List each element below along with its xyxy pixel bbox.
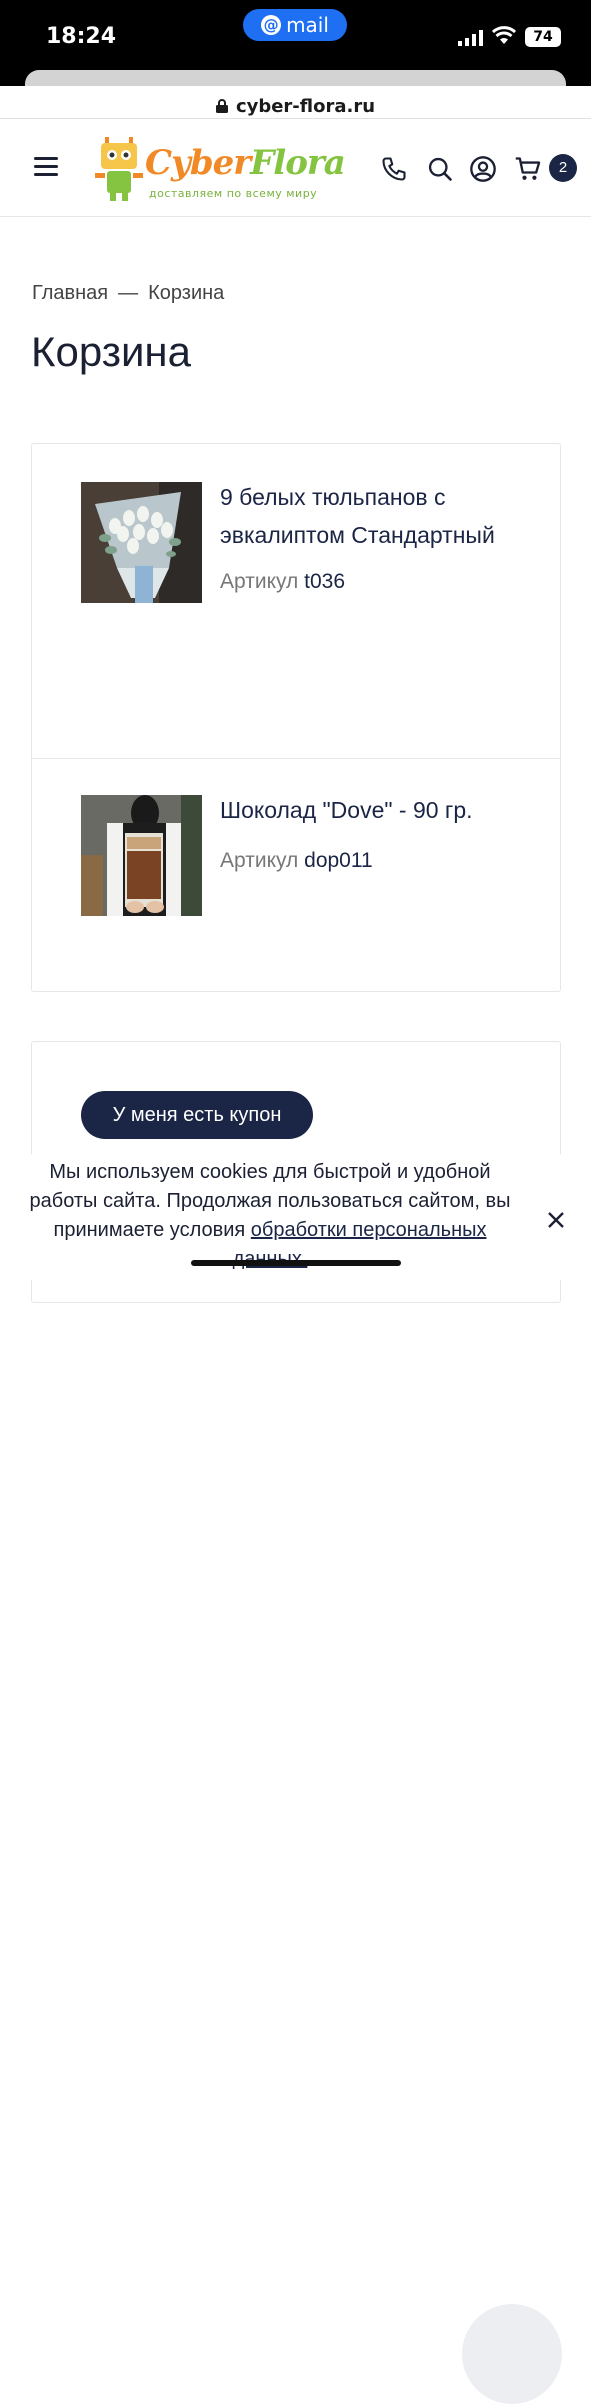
search-icon[interactable] (426, 155, 454, 183)
at-icon: @ (261, 15, 282, 35)
home-indicator (191, 1260, 401, 1266)
cart-item-sku: Артикул t036 (220, 570, 345, 594)
cyberflora-logo[interactable]: CyberFlora доставляем по всему миру (95, 133, 346, 203)
cart-item-name[interactable]: 9 белых тюльпанов с эвкалиптом Стандартн… (220, 478, 510, 554)
robot-mascot-icon (95, 137, 143, 201)
logo-wordmark: CyberFlora (145, 143, 346, 183)
tulips-product-image[interactable] (81, 482, 202, 603)
cookie-text: Мы используем cookies для быстрой и удоб… (20, 1158, 520, 1274)
cart-item: Шоколад "Dove" - 90 гр. Артикул dop011 (32, 759, 560, 991)
menu-icon[interactable] (34, 157, 58, 177)
breadcrumb-separator: — (118, 282, 139, 304)
account-icon[interactable] (469, 155, 497, 183)
cart-icon[interactable] (514, 155, 542, 183)
mail-label: mail (286, 13, 329, 37)
have-coupon-button[interactable]: У меня есть купон (81, 1091, 313, 1139)
phone-icon[interactable] (380, 155, 408, 183)
page-title: Корзина (31, 328, 191, 375)
dove-chocolate-product-image[interactable] (81, 795, 202, 916)
url-text: cyber-flora.ru (235, 95, 376, 117)
sku-label: Артикул (220, 849, 299, 872)
sku-label: Артикул (220, 570, 299, 593)
mail-app-pill[interactable]: @ mail (243, 9, 347, 41)
chat-widget-icon[interactable] (462, 2304, 562, 2404)
signal-icon (458, 30, 483, 46)
lock-icon (215, 99, 228, 113)
breadcrumb-current: Корзина (148, 282, 225, 304)
close-icon[interactable] (544, 1208, 568, 1232)
logo-tagline: доставляем по всему миру (149, 187, 318, 200)
cart-count-badge[interactable]: 2 (549, 154, 577, 182)
cart-items-card: 9 белых тюльпанов с эвкалиптом Стандартн… (31, 443, 561, 992)
status-time: 18:24 (46, 24, 117, 49)
logo-wordmark-cyber: Cyber (145, 143, 251, 183)
logo-wordmark-flora: Flora (250, 143, 346, 183)
sku-code: dop011 (304, 849, 373, 872)
battery-indicator: 74 (525, 27, 561, 47)
url-bar[interactable]: cyber-flora.ru (0, 94, 591, 118)
wifi-icon (492, 26, 516, 44)
breadcrumb: Главная — Корзина (32, 282, 224, 305)
cart-item-sku: Артикул dop011 (220, 849, 373, 873)
breadcrumb-home-link[interactable]: Главная (32, 282, 108, 304)
cart-item: 9 белых тюльпанов с эвкалиптом Стандартн… (32, 444, 560, 759)
sku-code: t036 (304, 570, 346, 593)
cart-item-name[interactable]: Шоколад "Dove" - 90 гр. (220, 791, 510, 829)
site-header: CyberFlora доставляем по всему миру (0, 119, 591, 217)
